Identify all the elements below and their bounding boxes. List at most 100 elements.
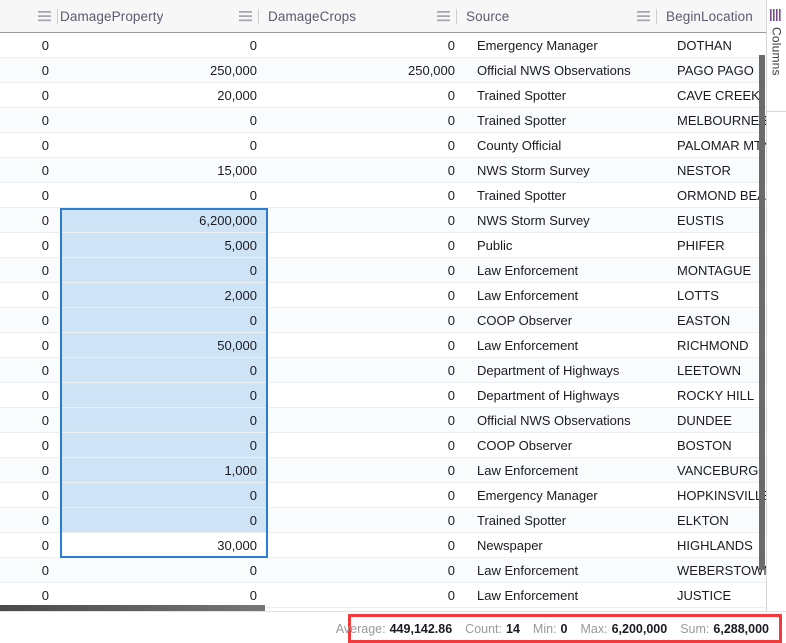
table-cell-selected[interactable]: 0	[60, 258, 268, 282]
table-cell[interactable]: Newspaper	[466, 533, 666, 557]
table-cell[interactable]: 0	[0, 183, 60, 207]
table-cell[interactable]: 0	[268, 533, 466, 557]
table-cell[interactable]: PALOMAR MTN	[666, 133, 766, 157]
table-cell[interactable]: 0	[0, 258, 60, 282]
table-cell[interactable]: PHIFER	[666, 233, 766, 257]
table-cell[interactable]: 0	[268, 483, 466, 507]
vertical-scrollbar[interactable]	[758, 33, 766, 611]
table-cell[interactable]: 0	[268, 283, 466, 307]
table-cell[interactable]: Trained Spotter	[466, 508, 666, 532]
table-cell[interactable]: 0	[268, 358, 466, 382]
table-cell[interactable]: Trained Spotter	[466, 183, 666, 207]
vertical-scrollbar-thumb[interactable]	[759, 55, 765, 570]
table-cell[interactable]: Emergency Manager	[466, 33, 666, 57]
table-row[interactable]: 0 0 0 Law Enforcement MONTAGUE	[0, 258, 766, 283]
table-cell[interactable]: 0	[268, 258, 466, 282]
table-cell[interactable]: 0	[268, 233, 466, 257]
table-cell[interactable]: NWS Storm Survey	[466, 208, 666, 232]
table-cell[interactable]: Law Enforcement	[466, 258, 666, 282]
table-cell-selected[interactable]: 0	[60, 308, 268, 332]
table-cell[interactable]: 0	[268, 83, 466, 107]
table-cell[interactable]: 0	[0, 333, 60, 357]
table-cell[interactable]: 0	[0, 308, 60, 332]
table-cell[interactable]: RICHMOND	[666, 333, 766, 357]
table-row[interactable]: 0 30,000 0 Newspaper HIGHLANDS	[0, 533, 766, 558]
table-cell[interactable]: 0	[0, 383, 60, 407]
table-row[interactable]: 0 15,000 0 NWS Storm Survey NESTOR	[0, 158, 766, 183]
table-cell[interactable]: Law Enforcement	[466, 458, 666, 482]
grid-header-cell-damagecrops[interactable]: DamageCrops	[268, 0, 466, 32]
table-cell[interactable]: 0	[0, 533, 60, 557]
table-cell[interactable]: 0	[268, 558, 466, 582]
table-cell[interactable]: County Official	[466, 133, 666, 157]
table-cell[interactable]: BOSTON	[666, 433, 766, 457]
table-cell[interactable]: HIGHLANDS	[666, 533, 766, 557]
table-row[interactable]: 0 0 0 Trained Spotter ELKTON	[0, 508, 766, 533]
table-cell[interactable]: 0	[268, 108, 466, 132]
table-cell-active[interactable]: 30,000	[60, 533, 268, 557]
table-row[interactable]: 0 0 0 Official NWS Observations DUNDEE	[0, 408, 766, 433]
table-cell[interactable]: MELBOURNE BE	[666, 108, 766, 132]
column-menu-button[interactable]	[630, 0, 656, 32]
table-cell-selected[interactable]: 6,200,000	[60, 208, 268, 232]
table-row[interactable]: 0 2,000 0 Law Enforcement LOTTS	[0, 283, 766, 308]
table-cell[interactable]: Trained Spotter	[466, 83, 666, 107]
table-row[interactable]: 0 6,200,000 0 NWS Storm Survey EUSTIS	[0, 208, 766, 233]
table-cell[interactable]: ELKTON	[666, 508, 766, 532]
table-cell[interactable]: 0	[0, 433, 60, 457]
table-cell[interactable]: ROCKY HILL	[666, 383, 766, 407]
table-row[interactable]: 000Trained SpotterORMOND BEACH	[0, 183, 766, 208]
table-cell[interactable]: LEETOWN	[666, 358, 766, 382]
table-cell[interactable]: 0	[0, 458, 60, 482]
table-row[interactable]: 0 50,000 0 Law Enforcement RICHMOND	[0, 333, 766, 358]
table-cell[interactable]: Law Enforcement	[466, 333, 666, 357]
table-cell[interactable]: EASTON	[666, 308, 766, 332]
table-cell[interactable]: DOTHAN	[666, 33, 766, 57]
table-cell[interactable]: 0	[0, 558, 60, 582]
table-cell[interactable]: 0	[268, 458, 466, 482]
table-cell-selected[interactable]: 0	[60, 433, 268, 457]
table-cell[interactable]: 0	[0, 283, 60, 307]
table-cell[interactable]: 0	[60, 558, 268, 582]
table-row[interactable]: 0 0 0 County Official PALOMAR MTN	[0, 133, 766, 158]
table-cell[interactable]: 0	[60, 108, 268, 132]
table-cell[interactable]: 0	[0, 508, 60, 532]
table-cell[interactable]: CAVE CREEK	[666, 83, 766, 107]
table-row[interactable]: 0 20,000 0 Trained Spotter CAVE CREEK	[0, 83, 766, 108]
table-cell[interactable]: Trained Spotter	[466, 108, 666, 132]
table-row[interactable]: 000Emergency ManagerHOPKINSVILLE A	[0, 483, 766, 508]
table-cell[interactable]: Law Enforcement	[466, 558, 666, 582]
table-cell[interactable]: 0	[0, 58, 60, 82]
grid-header-cell-source[interactable]: Source	[466, 0, 666, 32]
table-cell-selected[interactable]: 0	[60, 358, 268, 382]
table-cell[interactable]: COOP Observer	[466, 433, 666, 457]
table-cell[interactable]: 0	[268, 408, 466, 432]
table-cell[interactable]: 250,000	[268, 58, 466, 82]
table-cell[interactable]: 0	[268, 383, 466, 407]
table-cell[interactable]: 0	[0, 133, 60, 157]
table-cell[interactable]: 0	[0, 108, 60, 132]
table-cell[interactable]: 0	[60, 33, 268, 57]
table-row[interactable]: 0 0 0 Emergency Manager DOTHAN	[0, 33, 766, 58]
table-cell[interactable]: Emergency Manager	[466, 483, 666, 507]
column-menu-button[interactable]	[31, 0, 57, 32]
table-row[interactable]: 0 0 0 Law Enforcement WEBERSTOWN	[0, 558, 766, 583]
table-cell[interactable]: Public	[466, 233, 666, 257]
table-cell-selected[interactable]: 0	[60, 508, 268, 532]
table-cell[interactable]: 0	[268, 183, 466, 207]
table-cell[interactable]: DUNDEE	[666, 408, 766, 432]
table-cell[interactable]: Department of Highways	[466, 358, 666, 382]
table-cell-selected[interactable]: 0	[60, 483, 268, 507]
horizontal-scrollbar[interactable]	[0, 604, 766, 611]
table-cell[interactable]: 0	[268, 308, 466, 332]
table-cell-selected[interactable]: 5,000	[60, 233, 268, 257]
table-cell[interactable]: PAGO PAGO	[666, 58, 766, 82]
table-cell[interactable]: 0	[0, 208, 60, 232]
table-cell[interactable]: Law Enforcement	[466, 283, 666, 307]
table-row[interactable]: 0 0 0 COOP Observer EASTON	[0, 308, 766, 333]
table-cell[interactable]: Official NWS Observations	[466, 408, 666, 432]
table-cell-selected[interactable]: 0	[60, 408, 268, 432]
table-cell[interactable]: LOTTS	[666, 283, 766, 307]
table-cell[interactable]: COOP Observer	[466, 308, 666, 332]
table-cell[interactable]: NWS Storm Survey	[466, 158, 666, 182]
